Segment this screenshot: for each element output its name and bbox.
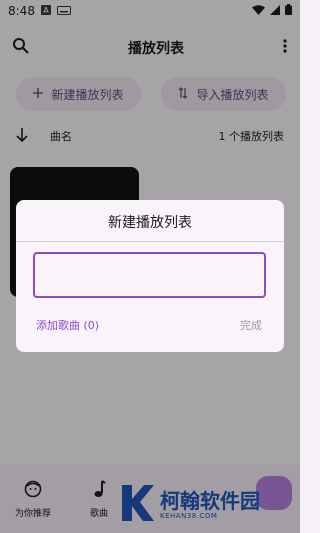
add-songs-button[interactable]: 添加歌曲 (0) — [36, 317, 99, 333]
done-button[interactable]: 完成 — [240, 317, 262, 333]
dialog-actions: 添加歌曲 (0) 完成 — [36, 317, 262, 333]
new-playlist-dialog: 新建播放列表 添加歌曲 (0) 完成 — [16, 200, 284, 352]
dialog-title: 新建播放列表 — [108, 215, 192, 231]
playlist-name-input[interactable] — [33, 252, 266, 298]
dialog-divider — [16, 241, 284, 242]
